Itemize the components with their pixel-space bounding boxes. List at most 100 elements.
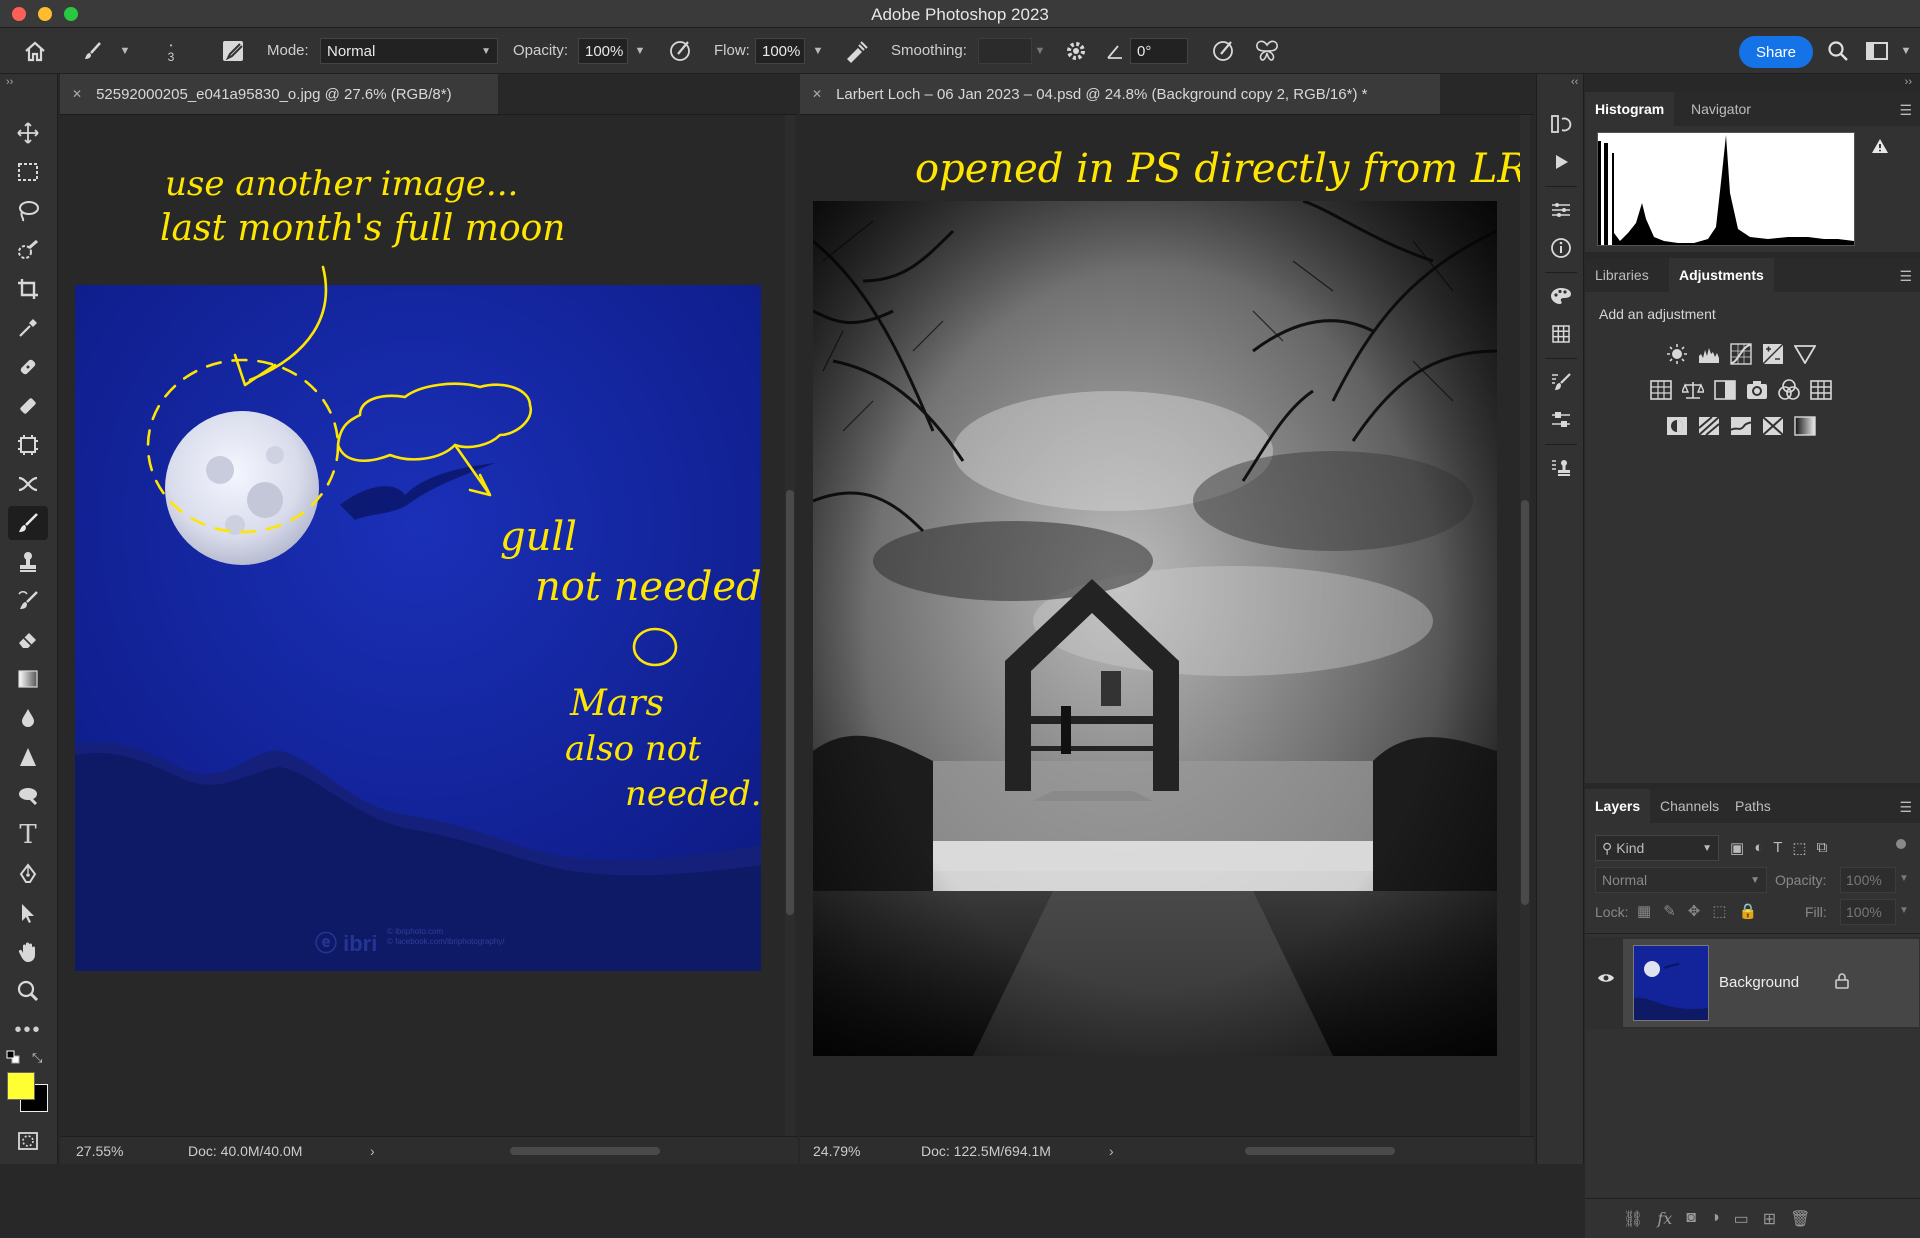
- layer-mask-icon[interactable]: ◙: [1686, 1209, 1696, 1229]
- fill-input[interactable]: 100%: [1840, 899, 1896, 925]
- filter-shape-icon[interactable]: ⬚: [1792, 839, 1806, 857]
- share-button[interactable]: Share: [1739, 36, 1813, 68]
- blend-mode-select[interactable]: Normal ▼: [1595, 867, 1767, 893]
- warning-icon[interactable]: [1871, 138, 1889, 159]
- opacity-chevron-down-icon[interactable]: ▼: [630, 38, 650, 64]
- content-aware-tool-icon[interactable]: [8, 428, 48, 462]
- curves-icon[interactable]: [1729, 342, 1753, 366]
- swap-colors-icon[interactable]: ⤡: [32, 1050, 42, 1066]
- visibility-eye-icon[interactable]: [1597, 971, 1615, 988]
- tab-adjustments[interactable]: Adjustments: [1669, 258, 1774, 292]
- vibrance-icon[interactable]: [1793, 342, 1817, 366]
- black-white-icon[interactable]: [1713, 378, 1737, 402]
- brightness-contrast-icon[interactable]: [1665, 342, 1689, 366]
- brush-settings-panel-icon[interactable]: [1547, 368, 1575, 396]
- gradient-tool-icon[interactable]: [8, 662, 48, 696]
- chevron-down-icon[interactable]: ▼: [1899, 905, 1909, 916]
- sharpen-tool-icon[interactable]: [8, 740, 48, 774]
- clone-source-icon[interactable]: [1547, 454, 1575, 482]
- vertical-scrollbar[interactable]: [785, 115, 795, 1136]
- opacity-input[interactable]: 100%: [578, 38, 628, 64]
- airbrush-icon[interactable]: [842, 38, 872, 64]
- tab-channels[interactable]: Channels: [1650, 789, 1729, 823]
- flow-input[interactable]: 100%: [755, 38, 805, 64]
- zoom-level[interactable]: 27.55%: [76, 1143, 123, 1159]
- blur-tool-icon[interactable]: [8, 701, 48, 735]
- smoothing-input[interactable]: [978, 38, 1032, 64]
- new-layer-icon[interactable]: ⊞: [1763, 1209, 1776, 1229]
- foreground-color-swatch[interactable]: [7, 1072, 35, 1100]
- adjustment-layer-icon[interactable]: ◑: [1710, 1209, 1720, 1229]
- search-icon[interactable]: [1824, 38, 1852, 64]
- delete-layer-icon[interactable]: 🗑: [1790, 1209, 1810, 1229]
- symmetry-butterfly-icon[interactable]: [1252, 38, 1282, 64]
- channel-mixer-icon[interactable]: [1777, 378, 1801, 402]
- levels-icon[interactable]: [1697, 342, 1721, 366]
- brushes-panel-icon[interactable]: [1547, 406, 1575, 434]
- eraser-tool-icon[interactable]: [8, 623, 48, 657]
- workspace-icon[interactable]: [1862, 38, 1892, 64]
- color-balance-icon[interactable]: [1681, 378, 1705, 402]
- close-tab-icon[interactable]: ✕: [72, 87, 82, 101]
- home-icon[interactable]: [20, 38, 50, 64]
- tab-paths[interactable]: Paths: [1725, 789, 1781, 823]
- info-icon[interactable]: [1547, 234, 1575, 262]
- scrollbar-thumb[interactable]: [786, 490, 794, 915]
- tab-navigator[interactable]: Navigator: [1681, 92, 1761, 126]
- brush-tool-icon[interactable]: [8, 506, 48, 540]
- lock-image-icon[interactable]: ✎: [1663, 902, 1676, 920]
- selective-color-icon[interactable]: [1761, 414, 1785, 438]
- type-tool-icon[interactable]: T: [8, 818, 48, 852]
- tab-histogram[interactable]: Histogram: [1585, 92, 1675, 126]
- horizontal-scrollbar-thumb[interactable]: [510, 1147, 660, 1155]
- pen-tool-icon[interactable]: [8, 857, 48, 891]
- horizontal-scrollbar-thumb[interactable]: [1245, 1147, 1395, 1155]
- gradient-map-icon[interactable]: [1793, 414, 1817, 438]
- zoom-level[interactable]: 24.79%: [813, 1143, 860, 1159]
- layer-opacity-input[interactable]: 100%: [1840, 867, 1896, 893]
- tab-libraries[interactable]: Libraries: [1585, 258, 1659, 292]
- path-selection-tool-icon[interactable]: [8, 896, 48, 930]
- quick-mask-icon[interactable]: [8, 1124, 48, 1158]
- layer-row[interactable]: Background: [1585, 937, 1920, 1029]
- color-palette-icon[interactable]: [1547, 282, 1575, 310]
- pressure-opacity-icon[interactable]: [665, 38, 695, 64]
- scrollbar-thumb[interactable]: [1521, 500, 1529, 905]
- lock-artboard-icon[interactable]: ⬚: [1712, 902, 1726, 920]
- lasso-tool-icon[interactable]: [8, 194, 48, 228]
- hue-saturation-icon[interactable]: [1649, 378, 1673, 402]
- layer-filter-select[interactable]: ⚲ Kind ▼: [1595, 835, 1719, 861]
- lock-position-icon[interactable]: ✥: [1688, 902, 1701, 920]
- eyedropper-tool-icon[interactable]: [8, 311, 48, 345]
- vertical-scrollbar[interactable]: [1520, 115, 1530, 1136]
- clone-stamp-tool-icon[interactable]: [8, 545, 48, 579]
- color-lookup-icon[interactable]: [1809, 378, 1833, 402]
- panel-menu-icon[interactable]: ☰: [1899, 799, 1912, 816]
- lock-all-icon[interactable]: 🔒: [1739, 902, 1758, 920]
- layer-effects-icon[interactable]: fx: [1657, 1209, 1672, 1229]
- quick-selection-tool-icon[interactable]: [8, 233, 48, 267]
- brush-settings-icon[interactable]: [220, 38, 246, 64]
- angle-input[interactable]: 0°: [1130, 38, 1188, 64]
- larbert-loch-image[interactable]: [813, 201, 1497, 1056]
- move-tool-icon[interactable]: [8, 116, 48, 150]
- invert-icon[interactable]: [1665, 414, 1689, 438]
- exposure-icon[interactable]: [1761, 342, 1785, 366]
- filter-type-icon[interactable]: T: [1773, 839, 1782, 857]
- default-colors-icon[interactable]: [6, 1050, 20, 1064]
- edit-toolbar-icon[interactable]: •••: [8, 1013, 48, 1047]
- layer-lock-icon[interactable]: [1835, 973, 1849, 994]
- chevron-right-icon[interactable]: ›: [370, 1143, 375, 1159]
- gear-icon[interactable]: [1063, 38, 1089, 64]
- lock-transparent-icon[interactable]: ▦: [1637, 902, 1651, 920]
- panel-menu-icon[interactable]: ☰: [1899, 102, 1912, 119]
- collapse-toolbar-icon[interactable]: ››: [6, 76, 13, 88]
- brush-preset-chevron-down-icon[interactable]: ▼: [115, 38, 135, 64]
- filter-smart-object-icon[interactable]: ⧉: [1817, 839, 1828, 857]
- chevron-right-icon[interactable]: ›: [1109, 1143, 1114, 1159]
- healing-brush-tool-icon[interactable]: [8, 389, 48, 423]
- brush-preset-icon[interactable]: [80, 38, 106, 64]
- marquee-tool-icon[interactable]: [8, 155, 48, 189]
- properties-sliders-icon[interactable]: [1547, 196, 1575, 224]
- new-group-icon[interactable]: ▭: [1734, 1209, 1749, 1229]
